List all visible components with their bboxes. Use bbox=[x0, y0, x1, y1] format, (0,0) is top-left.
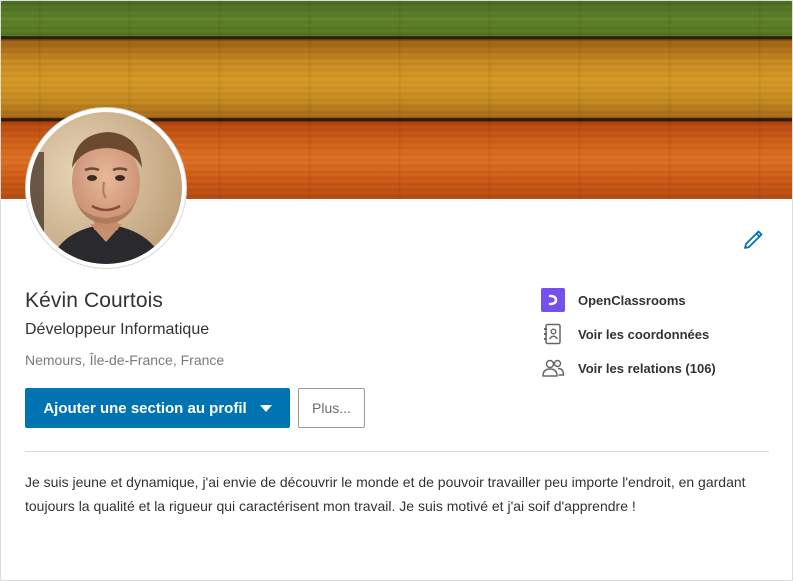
connections-link[interactable]: Voir les relations (106) bbox=[541, 356, 716, 380]
profile-summary: Je suis jeune et dynamique, j'ai envie d… bbox=[25, 474, 746, 514]
profile-name: Kévin Courtois bbox=[25, 289, 163, 312]
address-book-icon bbox=[541, 322, 565, 346]
add-profile-section-label: Ajouter une section au profil bbox=[43, 399, 247, 417]
cover-wood-seam bbox=[1, 36, 792, 39]
people-icon bbox=[541, 356, 565, 380]
pencil-icon bbox=[744, 230, 763, 249]
more-button[interactable]: Plus... bbox=[298, 388, 365, 428]
current-company-link[interactable]: OpenClassrooms bbox=[541, 288, 686, 312]
edit-profile-button[interactable] bbox=[741, 228, 765, 252]
add-profile-section-button[interactable]: Ajouter une section au profil bbox=[25, 388, 290, 428]
connections-label: Voir les relations (106) bbox=[578, 360, 716, 376]
profile-card: Kévin Courtois Développeur Informatique … bbox=[0, 0, 793, 581]
section-divider bbox=[25, 451, 769, 452]
profile-photo-image bbox=[30, 112, 182, 264]
profile-photo[interactable] bbox=[26, 108, 186, 268]
current-company-label: OpenClassrooms bbox=[578, 292, 686, 308]
caret-down-icon bbox=[259, 404, 272, 412]
profile-location: Nemours, Île-de-France, France bbox=[25, 352, 225, 368]
profile-headline: Développeur Informatique bbox=[25, 321, 210, 338]
contact-info-link[interactable]: Voir les coordonnées bbox=[541, 322, 709, 346]
openclassrooms-logo-icon bbox=[541, 288, 565, 312]
contact-info-label: Voir les coordonnées bbox=[578, 326, 710, 342]
